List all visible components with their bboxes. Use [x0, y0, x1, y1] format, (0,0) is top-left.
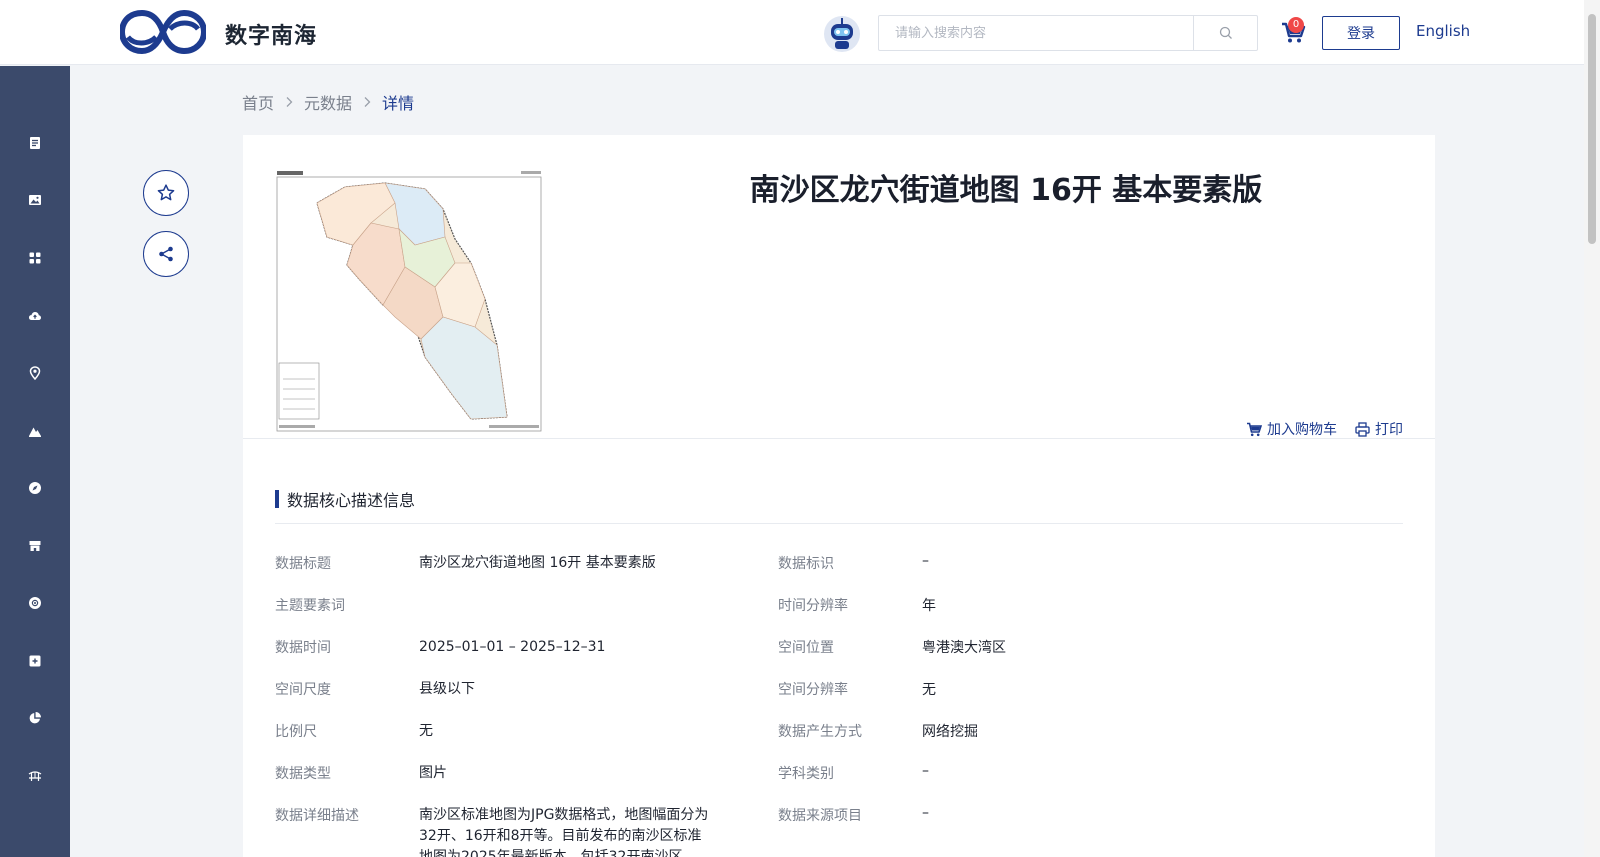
- star-icon: [157, 184, 175, 201]
- meta-row: 数据类型 图片 学科类别 –: [275, 755, 1403, 797]
- meta-label: 数据产生方式: [778, 724, 862, 740]
- breadcrumb-metadata[interactable]: 元数据: [304, 90, 352, 114]
- favorite-button[interactable]: [143, 170, 189, 216]
- detail-actions: 加入购物车 打印: [1246, 419, 1403, 439]
- sidebar-item-cloud[interactable]: [0, 296, 70, 336]
- logo-icon[interactable]: [120, 9, 206, 55]
- meta-label: 主题要素词: [275, 598, 345, 614]
- meta-label: 数据类型: [275, 766, 331, 782]
- sidebar-item-location[interactable]: [0, 353, 70, 393]
- meta-row: 数据时间 2025–01–01 – 2025–12–31 空间位置 粤港澳大湾区: [275, 629, 1403, 671]
- location-pin-icon: [29, 366, 41, 380]
- image-icon: [29, 195, 41, 205]
- meta-label: 时间分辨率: [778, 598, 848, 614]
- meta-label: 空间分辨率: [778, 682, 848, 698]
- meta-value: –: [922, 763, 929, 779]
- sidebar-item-compass[interactable]: [0, 468, 70, 508]
- meta-value: 无: [922, 682, 936, 698]
- page-scrollbar[interactable]: [1584, 0, 1600, 857]
- sidebar-item-image[interactable]: [0, 180, 70, 220]
- sidebar-item-globe[interactable]: [0, 583, 70, 623]
- map-thumbnail[interactable]: [275, 167, 545, 437]
- meta-row: 数据详细描述 南沙区标准地图为JPG数据格式，地图幅面分为32开、16开和8开等…: [275, 797, 1403, 857]
- sidebar-item-terrain[interactable]: [0, 411, 70, 451]
- meta-row: 数据标题 南沙区龙穴街道地图 16开 基本要素版 数据标识 –: [275, 545, 1403, 587]
- meta-value: –: [922, 805, 929, 821]
- pie-chart-icon: [29, 712, 41, 724]
- share-icon: [159, 246, 173, 262]
- meta-value: –: [922, 553, 929, 569]
- meta-value: 无: [419, 723, 433, 739]
- breadcrumb-home[interactable]: 首页: [242, 90, 274, 114]
- meta-value: 南沙区龙穴街道地图 16开 基本要素版: [419, 555, 656, 571]
- meta-label: 数据时间: [275, 640, 331, 656]
- meta-value: 粤港澳大湾区: [922, 640, 1006, 656]
- meta-label: 数据标识: [778, 556, 834, 572]
- section-header: 数据核心描述信息: [275, 487, 415, 511]
- meta-row: 主题要素词 时间分辨率 年: [275, 587, 1403, 629]
- language-switch[interactable]: English: [1416, 22, 1470, 40]
- bridge-icon: [28, 771, 42, 781]
- cloud-upload-icon: [29, 312, 41, 320]
- search-box: [878, 15, 1258, 51]
- sidebar-item-document[interactable]: [0, 123, 70, 163]
- print-button[interactable]: 打印: [1355, 419, 1403, 439]
- meta-value: 2025–01–01 – 2025–12–31: [419, 639, 606, 655]
- meta-row: 空间尺度 县级以下 空间分辨率 无: [275, 671, 1403, 713]
- cart-icon: [1247, 422, 1262, 436]
- sidebar-item-stats[interactable]: [0, 698, 70, 738]
- meta-label: 学科类别: [778, 766, 834, 782]
- detail-card: 南沙区龙穴街道地图 16开 基本要素版 加入购物车 打印 数据核心描述信息 数据…: [243, 135, 1435, 857]
- meta-label: 数据标题: [275, 556, 331, 572]
- chevron-right-icon: [362, 96, 372, 108]
- sidebar: [0, 66, 70, 857]
- login-button[interactable]: 登录: [1322, 16, 1400, 50]
- meta-label: 数据来源项目: [778, 808, 862, 824]
- search-input[interactable]: [879, 16, 1193, 50]
- section-accent-bar: [275, 490, 279, 508]
- mountain-icon: [29, 427, 41, 437]
- add-to-cart-label: 加入购物车: [1267, 422, 1337, 438]
- store-icon: [29, 541, 41, 551]
- meta-value: 年: [922, 598, 936, 614]
- sidebar-item-store[interactable]: [0, 526, 70, 566]
- breadcrumb: 首页 元数据 详情: [242, 90, 414, 114]
- compass-icon: [29, 482, 41, 494]
- share-button[interactable]: [143, 231, 189, 277]
- meta-label: 数据详细描述: [275, 808, 359, 824]
- scrollbar-thumb[interactable]: [1588, 14, 1596, 244]
- divider: [243, 438, 1435, 439]
- meta-value: 图片: [419, 765, 447, 781]
- sidebar-item-grid[interactable]: [0, 238, 70, 278]
- meta-row: 比例尺 无 数据产生方式 网络挖掘: [275, 713, 1403, 755]
- page-title: 南沙区龙穴街道地图 16开 基本要素版: [749, 173, 1263, 208]
- globe-icon: [29, 597, 41, 609]
- search-icon: [1219, 26, 1232, 39]
- meta-value: 南沙区标准地图为JPG数据格式，地图幅面分为32开、16开和8开等。目前发布的南…: [419, 807, 709, 857]
- meta-label: 空间位置: [778, 640, 834, 656]
- meta-value: 网络挖掘: [922, 724, 978, 740]
- cart-count-badge: 0: [1288, 17, 1304, 33]
- meta-label: 空间尺度: [275, 682, 331, 698]
- assistant-robot-icon[interactable]: [822, 14, 862, 54]
- logo-text[interactable]: 数字南海: [225, 18, 317, 50]
- breadcrumb-current: 详情: [382, 94, 415, 113]
- meta-value: 县级以下: [419, 681, 475, 697]
- grid-icon: [29, 252, 41, 264]
- chevron-right-icon: [284, 96, 294, 108]
- plus-box-icon: [29, 655, 41, 667]
- sidebar-item-bridge[interactable]: [0, 756, 70, 796]
- add-to-cart-button[interactable]: 加入购物车: [1246, 419, 1337, 439]
- search-button[interactable]: [1193, 16, 1257, 50]
- sidebar-item-add[interactable]: [0, 641, 70, 681]
- print-icon: [1355, 421, 1370, 437]
- top-header: 数字南海 0 登录 English: [0, 0, 1584, 65]
- divider: [275, 523, 1403, 524]
- print-label: 打印: [1375, 422, 1403, 438]
- meta-label: 比例尺: [275, 724, 317, 740]
- metadata-table: 数据标题 南沙区龙穴街道地图 16开 基本要素版 数据标识 – 主题要素词 时间…: [275, 545, 1403, 857]
- document-icon: [30, 137, 40, 149]
- section-title: 数据核心描述信息: [287, 491, 416, 510]
